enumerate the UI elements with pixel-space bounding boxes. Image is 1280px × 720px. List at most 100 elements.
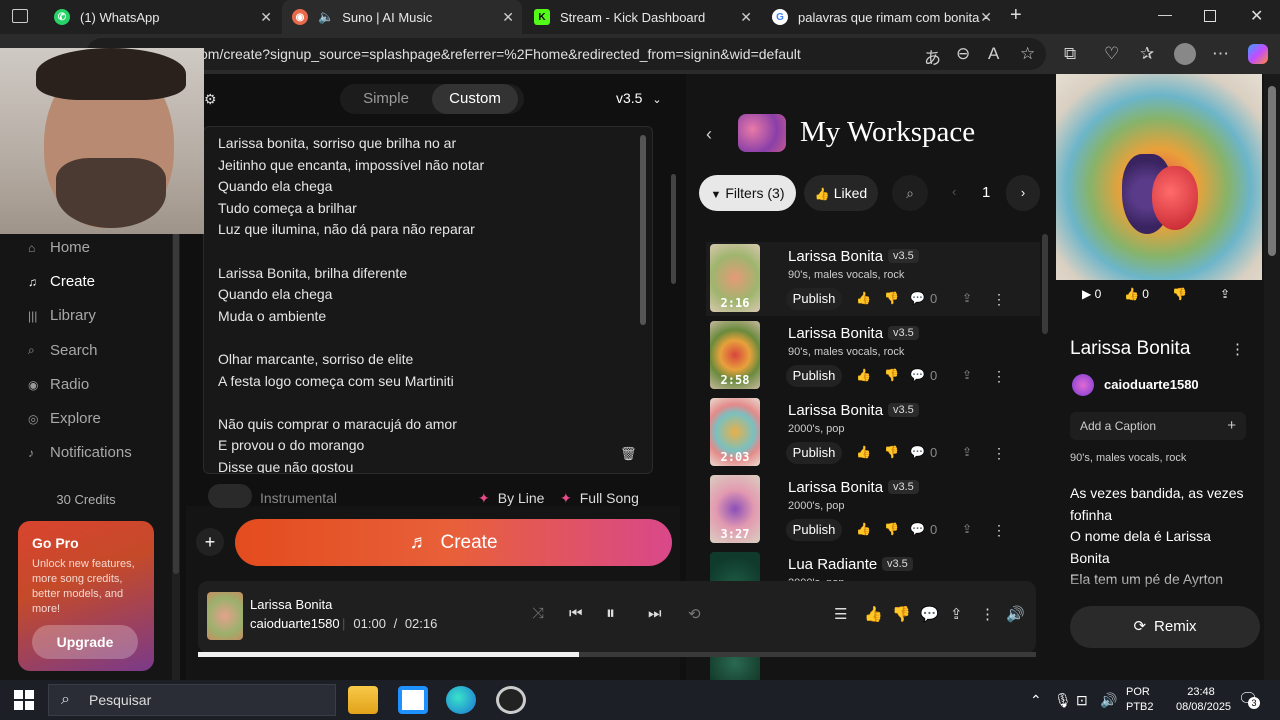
sidebar-toggle-icon[interactable] bbox=[12, 9, 28, 23]
edge-icon[interactable] bbox=[446, 686, 476, 714]
by-line-option[interactable]: ✦ By Line bbox=[478, 490, 544, 507]
progress-bar[interactable] bbox=[198, 652, 1036, 657]
instrumental-toggle[interactable] bbox=[208, 484, 252, 508]
caption-field[interactable]: Add a Caption + bbox=[1070, 412, 1246, 440]
upgrade-button[interactable]: Upgrade bbox=[32, 625, 138, 659]
share-icon[interactable]: ⇪ bbox=[962, 522, 972, 536]
tab-kick[interactable]: K Stream - Kick Dashboard ✕ bbox=[524, 0, 760, 34]
notifications-icon[interactable]: 🗨3 bbox=[1238, 689, 1260, 709]
url-field[interactable]: om/create?signup_source=splashpage&refer… bbox=[86, 38, 1046, 70]
network-icon[interactable]: ⊡ bbox=[1076, 692, 1088, 709]
next-page-button[interactable]: › bbox=[1006, 175, 1040, 211]
player-cover[interactable] bbox=[207, 592, 243, 640]
browser-essentials-icon[interactable]: ♡ bbox=[1104, 44, 1119, 64]
thumbs-down-icon[interactable]: 👎 bbox=[884, 368, 899, 382]
repeat-icon[interactable]: ⟲ bbox=[688, 605, 701, 623]
taskbar-search-input[interactable]: ⌕ Pesquisar bbox=[48, 684, 336, 716]
close-icon[interactable]: ✕ bbox=[740, 9, 752, 26]
prev-page-icon[interactable]: ‹ bbox=[952, 184, 956, 199]
more-icon[interactable]: ⋮ bbox=[992, 291, 1006, 308]
new-tab-icon[interactable]: + bbox=[1010, 4, 1022, 27]
sidebar-item-radio[interactable]: ◉ Radio bbox=[28, 376, 89, 393]
chevron-up-icon[interactable]: ⌃ bbox=[1030, 692, 1042, 709]
song-row[interactable]: 3:27 Larissa Bonita v3.5 2000's, pop Publish… bbox=[706, 473, 1040, 547]
obs-icon[interactable] bbox=[496, 686, 526, 714]
song-row[interactable]: 2:03 Larissa Bonita v3.5 2000's, pop Publish… bbox=[706, 396, 1040, 470]
avatar[interactable] bbox=[1072, 374, 1094, 396]
more-icon[interactable]: ⋮ bbox=[992, 522, 1006, 539]
share-icon[interactable]: ⇪ bbox=[962, 445, 972, 459]
publish-button[interactable]: Publish bbox=[786, 288, 842, 310]
volume-icon[interactable]: 🔊 bbox=[1100, 692, 1117, 709]
comment-icon[interactable]: 💬 bbox=[920, 605, 939, 623]
scrollbar-thumb[interactable] bbox=[173, 174, 179, 574]
comment-icon[interactable]: 💬 bbox=[910, 291, 925, 305]
share-button[interactable]: ⇪ bbox=[1220, 287, 1230, 301]
sidebar-item-create[interactable]: ♫ Create bbox=[28, 273, 95, 290]
liked-button[interactable]: 👍 Liked bbox=[804, 175, 878, 211]
song-row[interactable]: 2:58 Larissa Bonita v3.5 90's, males vocals… bbox=[706, 319, 1040, 393]
lyrics-scrollbar[interactable] bbox=[640, 135, 646, 455]
sidebar-item-notifications[interactable]: ♪ Notifications bbox=[28, 444, 132, 461]
favorite-star-icon[interactable]: ☆ bbox=[1020, 44, 1035, 64]
thumbs-down-icon[interactable]: 👎 bbox=[884, 291, 899, 305]
scrollbar-thumb[interactable] bbox=[640, 135, 646, 325]
comment-icon[interactable]: 💬 bbox=[910, 445, 925, 459]
share-icon[interactable]: ⇪ bbox=[962, 368, 972, 382]
scrollbar-thumb[interactable] bbox=[671, 174, 676, 284]
song-title[interactable]: Larissa Bonita bbox=[788, 325, 883, 342]
pause-icon[interactable]: ⏸ bbox=[606, 603, 615, 624]
file-explorer-icon[interactable] bbox=[348, 686, 378, 714]
zoom-icon[interactable]: ⊖ bbox=[956, 44, 970, 64]
close-window-icon[interactable]: ✕ bbox=[1250, 6, 1263, 26]
scrollbar-thumb[interactable] bbox=[1268, 86, 1276, 256]
windows-start-icon[interactable] bbox=[14, 690, 34, 710]
create-scrollbar[interactable] bbox=[668, 74, 678, 506]
comment-icon[interactable]: 💬 bbox=[910, 368, 925, 382]
tab-google[interactable]: G palavras que rimam com bonita - ✕ bbox=[762, 0, 1000, 34]
sidebar-item-home[interactable]: ⌂ Home bbox=[28, 239, 90, 256]
clock[interactable]: 23:48 08/08/2025 bbox=[1176, 685, 1231, 715]
like-count-button[interactable]: 👍 0 bbox=[1124, 287, 1149, 301]
thumbs-up-icon[interactable]: 👍 bbox=[856, 291, 871, 305]
more-icon[interactable]: ⋮ bbox=[980, 605, 995, 623]
speaker-icon[interactable]: 🔈 bbox=[318, 9, 334, 25]
sidebar-item-search[interactable]: ⌕ Search bbox=[28, 342, 98, 359]
publish-button[interactable]: Publish bbox=[786, 365, 842, 387]
microphone-icon[interactable]: 🎙 bbox=[1054, 692, 1072, 709]
store-icon[interactable] bbox=[398, 686, 428, 714]
sidebar-item-explore[interactable]: ◎ Explore bbox=[28, 410, 101, 427]
thumbs-down-icon[interactable]: 👎 bbox=[884, 522, 899, 536]
volume-icon[interactable]: 🔊 bbox=[1006, 605, 1025, 623]
version-select[interactable]: v3.5 ⌄ bbox=[616, 90, 662, 106]
player-title[interactable]: Larissa Bonita bbox=[250, 597, 332, 612]
favorites-icon[interactable]: ✰ bbox=[1140, 44, 1154, 64]
more-icon[interactable]: ⋮ bbox=[992, 445, 1006, 462]
song-title[interactable]: Larissa Bonita bbox=[788, 479, 883, 496]
previous-track-icon[interactable]: ⏮ bbox=[569, 605, 583, 622]
remix-button[interactable]: ⟳ Remix bbox=[1070, 606, 1260, 648]
song-title[interactable]: Lua Radiante bbox=[788, 556, 877, 573]
mode-simple-button[interactable]: Simple bbox=[340, 84, 432, 114]
detail-scrollbar[interactable] bbox=[1264, 74, 1280, 680]
thumbs-up-icon[interactable]: 👍 bbox=[856, 445, 871, 459]
tab-whatsapp[interactable]: ✆ (1) WhatsApp ✕ bbox=[44, 0, 280, 34]
thumbs-up-icon[interactable]: 👍 bbox=[856, 522, 871, 536]
more-icon[interactable]: ⋮ bbox=[992, 368, 1006, 385]
extensions-icon[interactable]: ⧉ bbox=[1064, 44, 1076, 64]
queue-icon[interactable]: ☰ bbox=[834, 605, 847, 623]
immersive-reader-icon[interactable]: A bbox=[988, 44, 999, 64]
create-button[interactable]: ♬ Create bbox=[235, 519, 672, 566]
thumbs-down-icon[interactable]: 👎 bbox=[892, 605, 911, 623]
back-icon[interactable]: ‹ bbox=[706, 124, 712, 145]
player-user[interactable]: caioduarte1580 bbox=[250, 616, 340, 631]
thumbs-up-icon[interactable]: 👍 bbox=[864, 605, 883, 623]
more-menu-icon[interactable]: ⋯ bbox=[1212, 44, 1229, 64]
shuffle-icon[interactable]: ⤨ bbox=[532, 605, 544, 622]
thumbs-down-icon[interactable]: 👎 bbox=[884, 445, 899, 459]
close-icon[interactable]: ✕ bbox=[502, 9, 514, 26]
song-title[interactable]: Larissa Bonita bbox=[788, 248, 883, 265]
share-icon[interactable]: ⇪ bbox=[962, 291, 972, 305]
language-indicator[interactable]: POR PTB2 bbox=[1126, 685, 1154, 715]
search-button[interactable]: ⌕ bbox=[892, 175, 928, 211]
